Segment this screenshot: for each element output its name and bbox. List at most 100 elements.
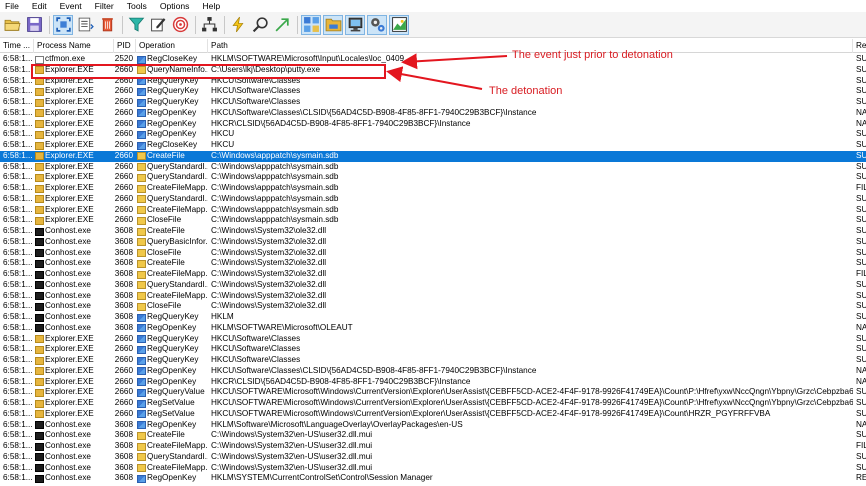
operation-name: RegOpenKey <box>147 419 197 429</box>
open-folder-icon[interactable] <box>2 15 22 35</box>
table-row[interactable]: 6:58:1... Explorer.EXE 2660 RegOpenKey HKCU\… <box>0 366 866 377</box>
file-operation-icon <box>137 292 146 300</box>
cell-pid: 2660 <box>114 408 133 418</box>
target-icon[interactable] <box>170 15 190 35</box>
file-operation-icon <box>137 227 146 236</box>
capture-icon[interactable] <box>53 14 73 35</box>
table-row[interactable]: 6:58:1... Explorer.EXE 2660 RegQueryKey HKCU… <box>0 86 866 97</box>
jump-to-icon[interactable] <box>272 15 292 35</box>
table-row[interactable]: 6:58:1... Explorer.EXE 2660 RegQueryKey HKCU… <box>0 355 866 366</box>
process-name: Explorer.EXE <box>45 107 94 117</box>
table-row[interactable]: 6:58:1... Conhost.exe 3608 CreateFile C:\Win… <box>0 258 866 269</box>
table-row[interactable]: 6:58:1... Explorer.EXE 2660 RegOpenKey HKCU\… <box>0 108 866 119</box>
table-row[interactable]: 6:58:1... Explorer.EXE 2660 QueryStandardI.… <box>0 194 866 205</box>
table-row[interactable]: 6:58:1... Conhost.exe 3608 RegOpenKey HKLM\S… <box>0 323 866 334</box>
table-row[interactable]: 6:58:1... Explorer.EXE 2660 CreateFile C:\Wi… <box>0 150 866 162</box>
menu-item-file[interactable]: File <box>0 0 27 12</box>
process-name: Conhost.exe <box>45 301 91 311</box>
table-row[interactable]: 6:58:1... Explorer.EXE 2660 RegQueryKey HKCU… <box>0 344 866 355</box>
table-row[interactable]: 6:58:1... Explorer.EXE 2660 RegOpenKey HKCU S… <box>0 129 866 140</box>
table-row[interactable]: 6:58:1... Explorer.EXE 2660 RegQueryKey HKCU… <box>0 334 866 345</box>
table-row[interactable]: 6:58:1... Conhost.exe 3608 RegOpenKey HKLM\S… <box>0 473 866 484</box>
table-row[interactable]: 6:58:1... Explorer.EXE 2660 QueryStandardI.… <box>0 162 866 173</box>
column-operation[interactable]: Operation <box>136 39 208 53</box>
cell-process: Explorer.EXE <box>34 183 114 194</box>
table-row[interactable]: 6:58:1... Explorer.EXE 2660 RegCloseKey HKCU… <box>0 140 866 151</box>
table-row[interactable]: 6:58:1... Conhost.exe 3608 CreateFile C:\Win… <box>0 226 866 237</box>
table-row[interactable]: 6:58:1... Explorer.EXE 2660 CloseFile C:\Win… <box>0 215 866 226</box>
show-process-icon[interactable] <box>367 14 387 35</box>
find-icon[interactable] <box>250 15 270 35</box>
menu-item-help[interactable]: Help <box>197 0 228 12</box>
event-properties-icon[interactable] <box>228 15 248 35</box>
cell-process: Explorer.EXE <box>34 387 114 398</box>
table-row[interactable]: 6:58:1... Explorer.EXE 2660 CreateFileMapp.… <box>0 205 866 216</box>
show-filesystem-icon[interactable] <box>323 14 343 35</box>
cell-process: Explorer.EXE <box>34 215 114 226</box>
cell-path: C:\Windows\System32\ole32.dll <box>211 247 327 257</box>
show-network-icon[interactable] <box>345 14 365 35</box>
file-operation-icon <box>137 163 146 171</box>
column-process-name[interactable]: Process Name <box>34 39 114 53</box>
show-registry-icon[interactable] <box>301 14 321 35</box>
table-row[interactable]: 6:58:1... Explorer.EXE 2660 RegSetValue HKCU… <box>0 409 866 420</box>
table-row[interactable]: 6:58:1... Explorer.EXE 2660 RegQueryKey HKCU… <box>0 97 866 108</box>
cell-path: C:\Windows\System32\ole32.dll <box>211 279 327 289</box>
table-row[interactable]: 6:58:1... Explorer.EXE 2660 QueryStandardI.… <box>0 172 866 183</box>
table-row[interactable]: 6:58:1... Conhost.exe 3608 RegOpenKey HKLM\S… <box>0 420 866 431</box>
menu-item-options[interactable]: Options <box>155 0 198 12</box>
table-row[interactable]: 6:58:1... Explorer.EXE 2660 RegOpenKey HKCR\… <box>0 119 866 130</box>
table-row[interactable]: 6:58:1... Conhost.exe 3608 CreateFileMapp..… <box>0 291 866 302</box>
save-icon[interactable] <box>24 15 44 35</box>
table-row[interactable]: 6:58:1... Conhost.exe 3608 CreateFileMapp..… <box>0 441 866 452</box>
conhost-process-icon <box>35 442 44 451</box>
cell-operation: RegQueryKey <box>136 86 208 97</box>
cell-result: SUC <box>856 86 866 96</box>
table-row[interactable]: 6:58:1... Explorer.EXE 2660 RegOpenKey HKCR\… <box>0 377 866 388</box>
table-row[interactable]: 6:58:1... Conhost.exe 3608 CloseFile C:\Wind… <box>0 248 866 259</box>
table-row[interactable]: 6:58:1... Explorer.EXE 2660 RegSetValue HKCU… <box>0 398 866 409</box>
table-row[interactable]: 6:58:1... Conhost.exe 3608 CreateFile C:\Win… <box>0 430 866 441</box>
menu-item-tools[interactable]: Tools <box>122 0 155 12</box>
file-operation-icon <box>137 249 146 257</box>
registry-operation-icon <box>137 141 146 150</box>
menu-item-edit[interactable]: Edit <box>27 0 55 12</box>
cell-process: Conhost.exe <box>34 301 114 312</box>
registry-operation-icon <box>137 378 146 386</box>
table-row[interactable]: 6:58:1... Conhost.exe 3608 QueryBasicInfor.… <box>0 237 866 248</box>
column-result[interactable]: Re <box>853 39 866 53</box>
show-profiling-icon[interactable] <box>389 14 409 35</box>
cell-process: Conhost.exe <box>34 312 114 323</box>
toolbar-separator <box>49 15 50 34</box>
menu-item-filter[interactable]: Filter <box>90 0 122 12</box>
table-row[interactable]: 6:58:1... Conhost.exe 3608 CreateFileMapp..… <box>0 463 866 474</box>
table-row[interactable]: 6:58:1... Conhost.exe 3608 QueryStandardI..… <box>0 452 866 463</box>
table-row[interactable]: 6:58:1... Conhost.exe 3608 QueryStandardI..… <box>0 280 866 291</box>
menu-item-event[interactable]: Event <box>55 0 90 12</box>
clear-icon[interactable] <box>97 15 117 35</box>
cell-pid: 3608 <box>114 322 133 332</box>
column-time[interactable]: Time ... <box>0 39 34 53</box>
table-row[interactable]: 6:58:1... Conhost.exe 3608 CreateFileMapp..… <box>0 269 866 280</box>
file-operation-icon <box>137 184 146 193</box>
column-pid[interactable]: PID <box>114 39 136 53</box>
cell-result: SUC <box>856 150 866 160</box>
table-row[interactable]: 6:58:1... Conhost.exe 3608 RegQueryKey HKLM S… <box>0 312 866 323</box>
process-tree-icon[interactable] <box>199 15 219 35</box>
process-name: Conhost.exe <box>45 430 91 440</box>
filter-icon[interactable] <box>126 15 146 35</box>
operation-name: CreateFileMapp... <box>147 183 208 192</box>
event-list[interactable]: 6:58:1... ctfmon.exe 2520 RegCloseKey HKLM\S… <box>0 54 866 486</box>
cell-pid: 3608 <box>114 226 133 235</box>
table-row[interactable]: 6:58:1... Conhost.exe 3608 CloseFile C:\Wind… <box>0 301 866 312</box>
cell-result: SUC <box>856 204 866 214</box>
cell-path: C:\Windows\apppatch\sysmain.sdb <box>211 172 339 182</box>
autoscroll-icon[interactable] <box>75 15 95 35</box>
cell-result: SUC <box>856 408 866 418</box>
cell-path: C:\Windows\System32\ole32.dll <box>211 236 327 246</box>
conhost-process-icon <box>35 292 44 300</box>
table-row[interactable]: 6:58:1... Explorer.EXE 2660 RegQueryValue HK… <box>0 387 866 398</box>
highlight-icon[interactable] <box>148 15 168 35</box>
table-row[interactable]: 6:58:1... Explorer.EXE 2660 CreateFileMapp.… <box>0 183 866 194</box>
process-name: Explorer.EXE <box>45 193 94 203</box>
